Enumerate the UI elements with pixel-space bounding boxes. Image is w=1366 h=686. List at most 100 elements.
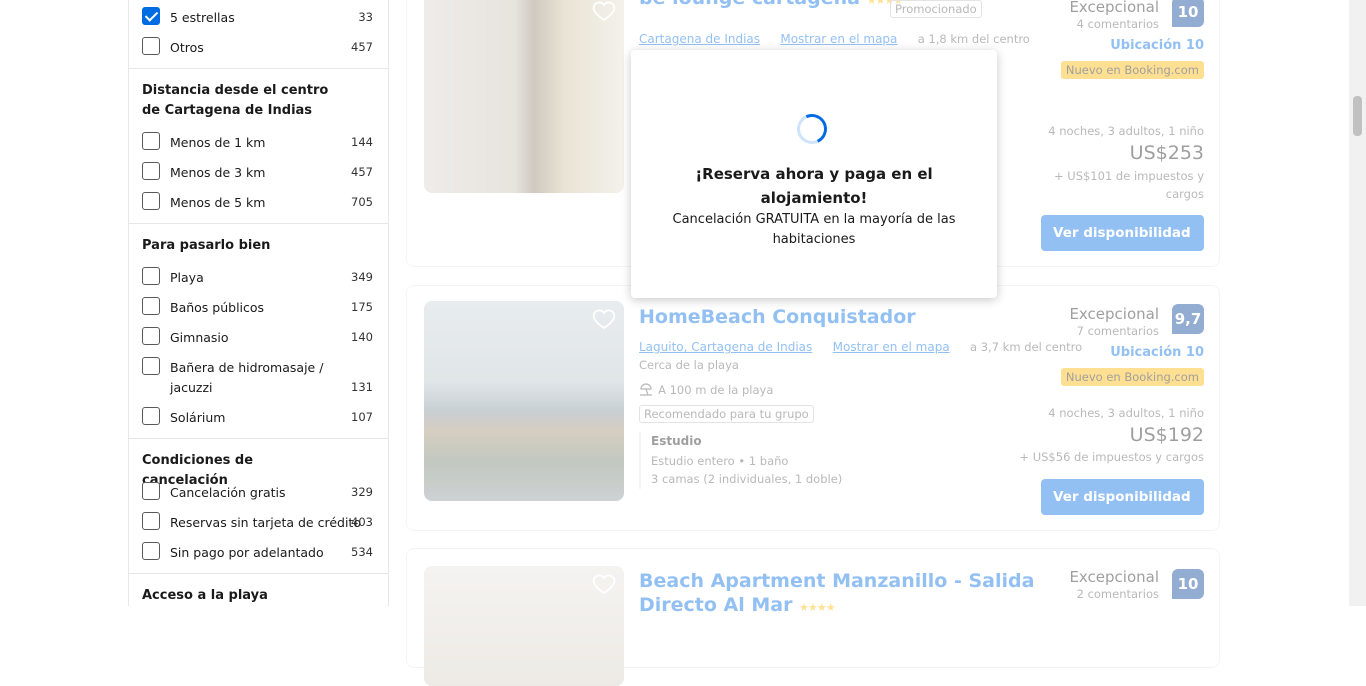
filter-count: 131 [351, 380, 373, 394]
checkbox[interactable] [142, 357, 160, 375]
beach-icon [640, 383, 652, 396]
property-photo[interactable] [424, 301, 624, 501]
property-title-line2[interactable]: Directo Al Mar [639, 594, 792, 616]
filter-label: Otros [170, 40, 204, 55]
spinner-icon [792, 109, 832, 149]
filter-label: Cancelación gratis [170, 485, 286, 500]
filter-cancelacion-gratis[interactable]: Cancelación gratis 329 [142, 480, 373, 504]
checkbox[interactable] [142, 37, 160, 55]
room-beds: 3 camas (2 individuales, 1 doble) [651, 472, 843, 486]
filter-count: 175 [351, 300, 373, 314]
property-title[interactable]: HomeBeach Conquistador [639, 306, 916, 328]
map-link[interactable]: Mostrar en el mapa [833, 340, 950, 354]
room-divider [639, 432, 641, 489]
review-count[interactable]: 2 comentarios [1077, 587, 1159, 601]
dialog-title: ¡Reserva ahora y paga en el alojamiento! [695, 165, 933, 207]
property-photo[interactable] [424, 566, 624, 686]
availability-button[interactable]: Ver disponibilidad › [1041, 479, 1204, 515]
stay-details: 4 noches, 3 adultos, 1 niño [1048, 124, 1204, 138]
filter-label: Sin pago por adelantado [170, 545, 324, 560]
filter-label: Menos de 1 km [170, 135, 266, 150]
checkbox[interactable] [142, 267, 160, 285]
group-tag: Recomendado para tu grupo [639, 405, 814, 423]
promoted-badge: Promocionado [890, 0, 982, 18]
property-title-text[interactable]: be lounge cartagena [639, 0, 860, 9]
location-line: Cartagena de Indias Mostrar en el mapa a… [639, 28, 1030, 47]
review-count[interactable]: 4 comentarios [1077, 17, 1159, 31]
checkbox-checked[interactable] [142, 7, 160, 25]
section-title-fun: Para pasarlo bien [142, 238, 271, 253]
review-score: 10 [1172, 569, 1204, 599]
taxes: + US$101 de impuestos y cargos [1053, 169, 1204, 201]
checkbox[interactable] [142, 482, 160, 500]
filter-playa[interactable]: Playa 349 [142, 265, 373, 289]
area-link[interactable]: Cartagena de Indias [639, 32, 760, 46]
checkbox[interactable] [142, 132, 160, 150]
heart-icon[interactable] [592, 0, 616, 23]
property-title-line1[interactable]: Beach Apartment Manzanillo - Salida [639, 569, 1034, 593]
property-title[interactable]: be lounge cartagena ★★★★ [639, 0, 903, 9]
beach-distance-text: A 100 m de la playa [658, 383, 774, 397]
button-label: Ver disponibilidad [1053, 225, 1191, 241]
filter-5-stars[interactable]: 5 estrellas 33 [142, 5, 373, 29]
filter-label: Reservas sin tarjeta de crédito [170, 515, 361, 530]
price: US$253 [1129, 142, 1204, 164]
page-scrollbar[interactable] [1349, 0, 1366, 606]
checkbox[interactable] [142, 542, 160, 560]
divider [129, 68, 388, 69]
filter-count: 705 [351, 195, 373, 209]
near-beach-text: Cerca de la playa [639, 358, 739, 372]
filter-distance-3km[interactable]: Menos de 3 km 457 [142, 160, 373, 184]
review-score: 9,7 [1172, 304, 1204, 334]
checkbox[interactable] [142, 407, 160, 425]
filter-solarium[interactable]: Solárium 107 [142, 405, 373, 429]
beach-distance: A 100 m de la playa [639, 379, 773, 398]
property-photo[interactable] [424, 0, 624, 193]
property-card: HomeBeach Conquistador Laguito, Cartagen… [406, 285, 1220, 531]
checkbox[interactable] [142, 327, 160, 345]
filter-distance-1km[interactable]: Menos de 1 km 144 [142, 130, 373, 154]
filter-gimnasio[interactable]: Gimnasio 140 [142, 325, 373, 349]
heart-icon[interactable] [592, 307, 616, 331]
filter-count: 144 [351, 135, 373, 149]
filter-distance-5km[interactable]: Menos de 5 km 705 [142, 190, 373, 214]
filter-jacuzzi[interactable]: Bañera de hidromasaje / jacuzzi 131 [142, 355, 373, 399]
area-link[interactable]: Laguito, Cartagena de Indias [639, 340, 812, 354]
filter-count: 457 [351, 165, 373, 179]
map-link[interactable]: Mostrar en el mapa [780, 32, 897, 46]
filter-count: 403 [351, 515, 373, 529]
checkbox[interactable] [142, 297, 160, 315]
filters-sidebar: 5 estrellas 33 Otros 457 Distancia desde… [128, 0, 389, 606]
filter-sin-pago[interactable]: Sin pago por adelantado 534 [142, 540, 373, 564]
heart-icon[interactable] [592, 572, 616, 596]
filter-count: 329 [351, 485, 373, 499]
review-score: 10 [1172, 0, 1204, 27]
availability-button[interactable]: Ver disponibilidad › [1041, 215, 1204, 251]
filter-banos-publicos[interactable]: Baños públicos 175 [142, 295, 373, 319]
filter-label: Solárium [170, 410, 226, 425]
filter-sin-tarjeta[interactable]: Reservas sin tarjeta de crédito 403 [142, 510, 373, 534]
new-badge: Nuevo en Booking.com [1060, 61, 1204, 79]
filter-label: Menos de 5 km [170, 195, 266, 210]
filter-otros[interactable]: Otros 457 [142, 35, 373, 59]
price: US$192 [1129, 424, 1204, 446]
property-title[interactable]: Beach Apartment Manzanillo - Salida Dire… [639, 569, 1034, 620]
checkbox[interactable] [142, 512, 160, 530]
filter-count: 349 [351, 270, 373, 284]
filter-count: 140 [351, 330, 373, 344]
new-badge: Nuevo en Booking.com [1060, 368, 1204, 386]
checkbox[interactable] [142, 192, 160, 210]
divider [129, 438, 388, 439]
taxes: + US$56 de impuestos y cargos [1019, 450, 1204, 464]
star-rating-icon: ★★★★ [799, 601, 835, 614]
review-count[interactable]: 7 comentarios [1077, 324, 1159, 338]
filter-label: 5 estrellas [170, 10, 235, 25]
location-line: Laguito, Cartagena de Indias Mostrar en … [639, 336, 1082, 355]
checkbox[interactable] [142, 162, 160, 180]
loading-dialog: ¡Reserva ahora y paga en el alojamiento!… [631, 50, 997, 298]
scrollbar-thumb[interactable] [1353, 96, 1362, 136]
stay-details: 4 noches, 3 adultos, 1 niño [1048, 406, 1204, 420]
filter-label: Gimnasio [170, 330, 229, 345]
dialog-subtitle: Cancelación GRATUITA en la mayoría de la… [672, 212, 956, 247]
rating-label: Excepcional [1069, 305, 1159, 323]
